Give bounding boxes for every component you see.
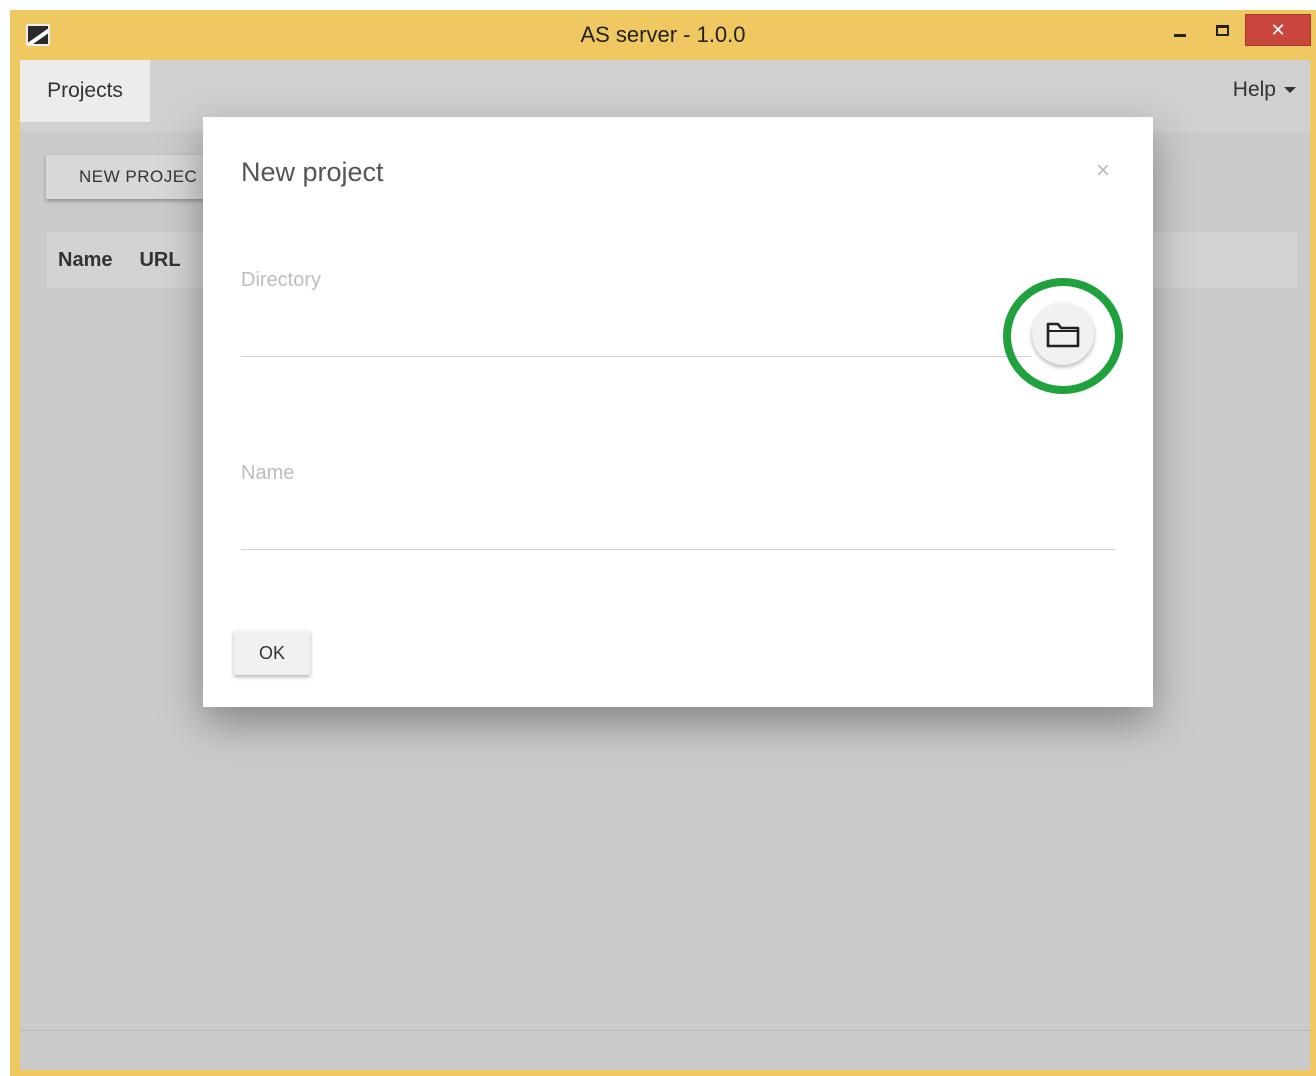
column-header-url[interactable]: URL (139, 249, 180, 272)
close-icon: ✕ (1270, 19, 1286, 40)
app-content: Projects Help NEW PROJEC Name URL New pr… (20, 60, 1310, 1070)
name-input[interactable] (241, 510, 1111, 542)
app-window: AS server - 1.0.0 ✕ Projects Help NEW PR… (10, 10, 1316, 1076)
directory-input[interactable] (241, 317, 1021, 349)
menu-projects[interactable]: Projects (20, 60, 150, 122)
new-project-dialog: New project × Directory Name OK (203, 117, 1153, 707)
desktop-background (0, 0, 10, 1076)
close-window-button[interactable]: ✕ (1245, 14, 1311, 46)
maximize-icon (1215, 24, 1229, 36)
maximize-button[interactable] (1204, 14, 1240, 46)
ok-button[interactable]: OK (234, 631, 310, 675)
name-underline (241, 549, 1115, 550)
column-header-name[interactable]: Name (58, 249, 112, 272)
menu-help-label: Help (1232, 78, 1276, 101)
minimize-icon (1174, 33, 1186, 37)
directory-underline (241, 356, 1031, 357)
status-bar-divider (20, 1030, 1310, 1031)
title-bar[interactable]: AS server - 1.0.0 ✕ (10, 10, 1316, 60)
dialog-title: New project (241, 157, 384, 187)
dialog-close-button[interactable]: × (1096, 157, 1110, 185)
name-label: Name (241, 462, 295, 484)
directory-label: Directory (241, 269, 322, 291)
minimize-button[interactable] (1162, 14, 1198, 46)
menu-help[interactable]: Help (1233, 74, 1296, 106)
window-title: AS server - 1.0.0 (580, 22, 746, 47)
browse-directory-button[interactable] (1032, 303, 1094, 365)
caret-down-icon (1284, 87, 1296, 93)
folder-icon (1046, 322, 1080, 348)
